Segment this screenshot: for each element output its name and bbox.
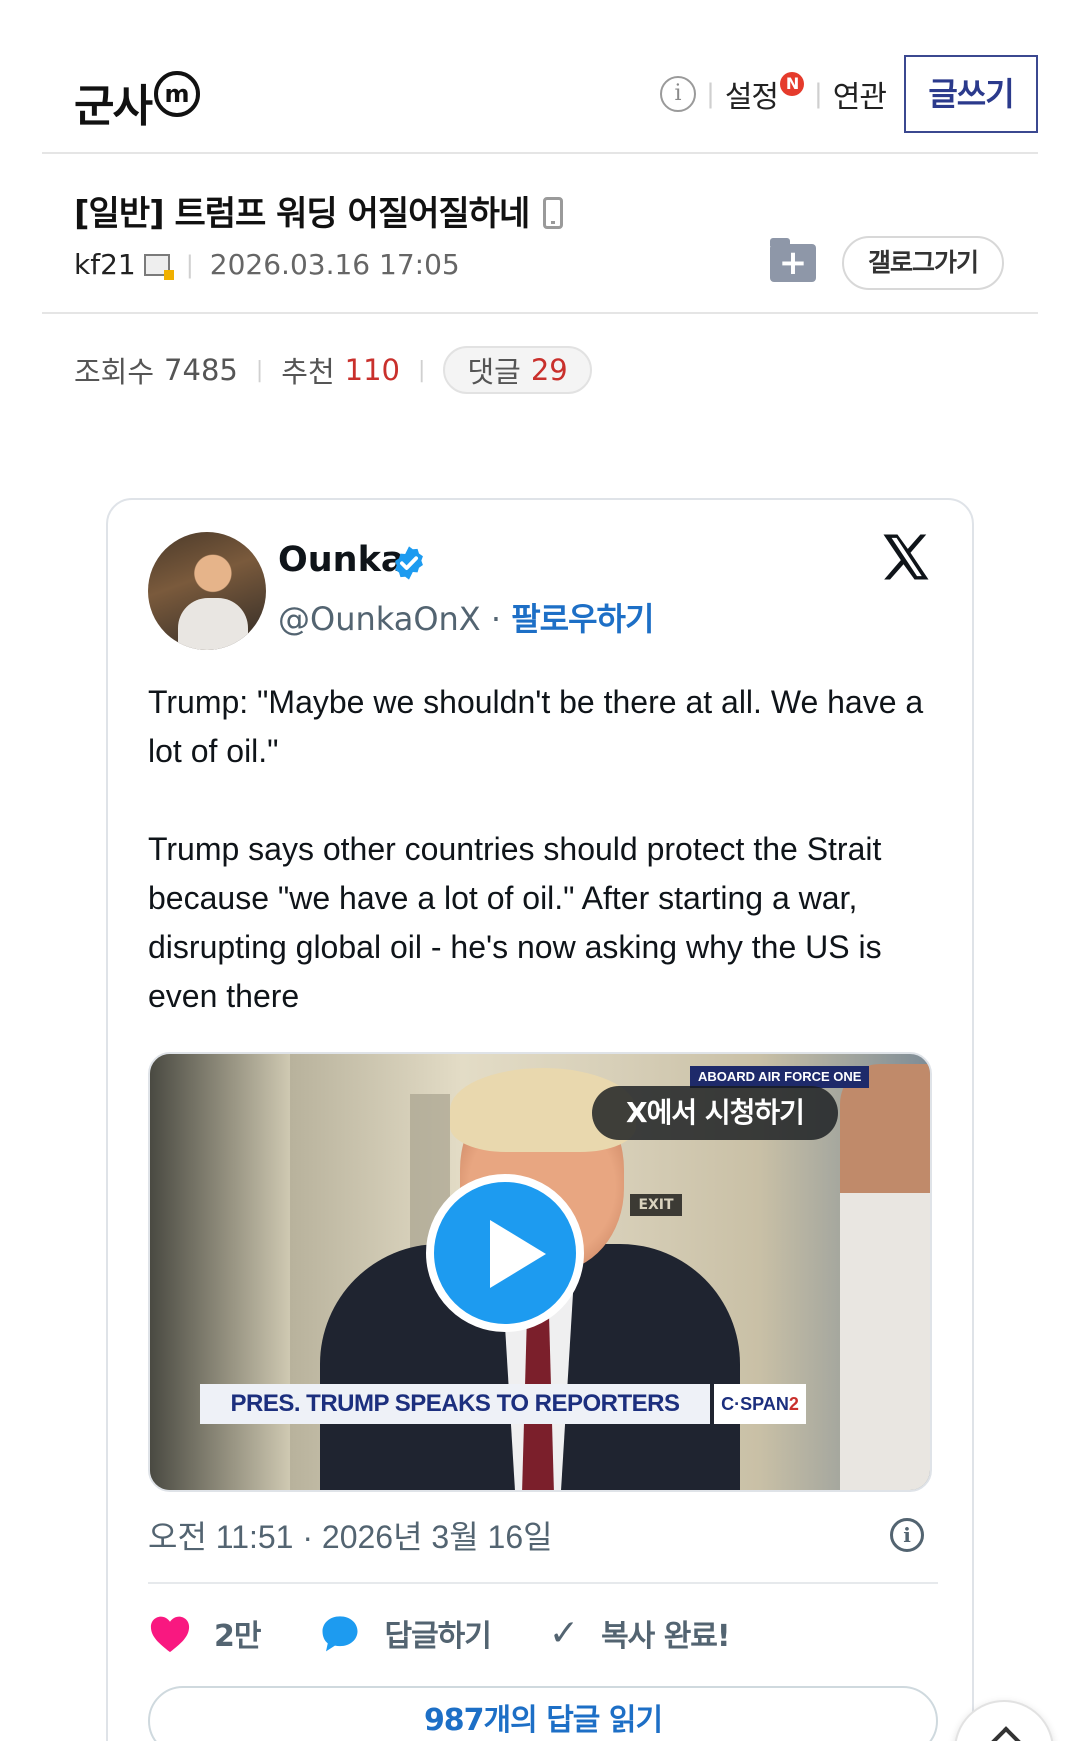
divider [42,312,1038,314]
info-icon[interactable]: i [660,76,697,112]
reply-bubble-icon[interactable] [318,1612,362,1654]
tweet-paragraph: Trump says other countries should protec… [148,831,882,1014]
header-separator: | [814,79,823,109]
heart-icon[interactable] [148,1613,192,1653]
write-button[interactable]: 글쓰기 [904,55,1038,133]
post-stats: 조회수 7485 | 추천 110 | 댓글 29 [74,346,592,394]
info-icon[interactable]: i [890,1518,924,1552]
watch-on-x-button[interactable]: X에서 시청하기 [592,1086,838,1140]
embedded-tweet[interactable]: Ounka @OunkaOnX · 팔로우하기 Trump: "Maybe we… [106,498,974,1741]
network-name: C·SPAN [721,1394,789,1414]
video-thumbnail[interactable]: EXIT ABOARD AIR FORCE ONE X에서 시청하기 PRES.… [148,1052,932,1492]
cabin-wall [150,1054,290,1490]
comments-label: 댓글 [467,355,521,389]
author-avatar[interactable] [148,532,266,650]
network-number: 2 [788,1394,799,1414]
header-separator: | [706,79,715,109]
divider [148,1582,938,1584]
new-badge: N [780,72,805,96]
gallery-name[interactable]: 군사 [74,70,153,134]
reply-label[interactable]: 답글하기 [384,1611,491,1655]
network-logo: C·SPAN2 [714,1384,806,1424]
lower-third-caption: PRES. TRUMP SPEAKS TO REPORTERS [200,1384,710,1424]
folder-add-icon[interactable]: + [770,238,816,282]
author-handle[interactable]: @OunkaOnX [278,600,481,638]
follow-link[interactable]: 팔로우하기 [511,600,654,638]
writer-badge-icon [143,253,174,280]
related-link[interactable]: 연관 [833,72,887,116]
like-count: 2만 [214,1619,261,1654]
avatar-figure [178,598,248,650]
post-title-text: [일반] 트럼프 워딩 어질어질하네 [74,194,530,234]
author-name[interactable]: Ounka [278,540,404,580]
play-icon[interactable] [426,1174,584,1332]
x-logo-icon[interactable] [878,530,934,584]
reporter-figure [840,1064,930,1490]
settings-label: 설정 [724,80,779,115]
stats-separator: | [255,357,264,383]
mobile-icon [543,197,564,229]
header-actions: i | 설정 N | 연관 글쓰기 [660,55,1038,133]
post-date: 2026.03.16 17:05 [209,248,460,281]
tweet-actions: 2만 답글하기 ✓ 복사 완료! [148,1608,938,1658]
verified-icon [395,546,423,580]
post-meta: kf21 | 2026.03.16 17:05 [74,248,460,281]
gallery-header: 군사 m i | 설정 N | 연관 글쓰기 [42,50,1038,154]
settings-link[interactable]: 설정 N [724,72,805,116]
read-replies-button[interactable]: 987개의 답글 읽기 [148,1686,938,1741]
views-count: 7485 [164,353,238,387]
stats-separator: | [418,357,426,383]
tweet-text: Trump: "Maybe we shouldn't be there at a… [148,678,938,1021]
handle-row: @OunkaOnX · 팔로우하기 [278,594,654,640]
tweet-paragraph: Trump: "Maybe we shouldn't be there at a… [148,684,924,769]
tweet-timestamp[interactable]: 오전 11:51 · 2026년 3월 16일 [148,1512,553,1558]
exit-sign: EXIT [630,1194,682,1216]
meta-separator: | [185,250,194,279]
handle-dot: · [490,600,502,638]
writer-nickname[interactable]: kf21 [74,248,136,281]
minor-gallery-badge: m [154,71,200,117]
check-icon: ✓ [548,1612,580,1654]
post-title: [일반] 트럼프 워딩 어질어질하네 [74,186,564,235]
views-label: 조회수 [74,355,155,389]
recommend-label: 추천 [281,355,335,389]
comments-count: 29 [530,353,568,387]
aboard-tag: ABOARD AIR FORCE ONE [690,1066,870,1088]
gallog-button[interactable]: 갤로그가기 [842,236,1004,290]
copy-label[interactable]: 복사 완료! [601,1611,731,1655]
recommend-count: 110 [344,353,401,387]
comments-button[interactable]: 댓글 29 [443,346,592,394]
